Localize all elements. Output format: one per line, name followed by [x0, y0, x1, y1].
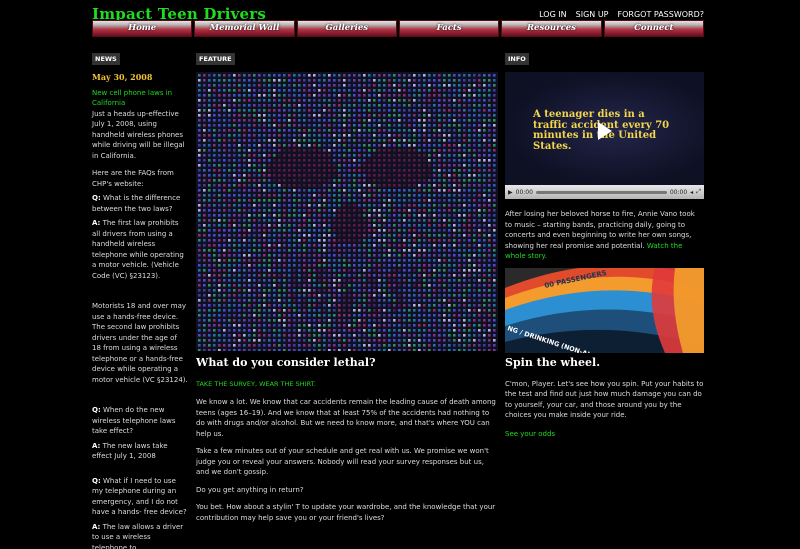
- see-odds-link[interactable]: See your odds: [505, 429, 704, 440]
- nav-home[interactable]: Home: [92, 20, 193, 37]
- news-intro: Just a heads up-effective July 1, 2008, …: [92, 109, 185, 160]
- survey-link[interactable]: TAKE THE SURVEY, WEAR THE SHIRT.: [196, 379, 498, 390]
- faq-answer: A: The law allows a driver to use a wire…: [92, 522, 184, 549]
- news-column: May 30, 2008 New cell phone laws in Cali…: [92, 72, 188, 549]
- faq-intro: Here are the FAQs from CHP's website:: [92, 169, 174, 188]
- news-paragraph: Motorists 18 and over may use a hands-fr…: [92, 302, 188, 384]
- news-date: May 30, 2008: [92, 72, 153, 82]
- faq-question: Q: When do the new wireless telephone la…: [92, 406, 176, 435]
- feature-label: FEATURE: [196, 53, 235, 65]
- nav-galleries[interactable]: Galleries: [296, 20, 397, 37]
- video-controls: ▶ 00:00 00:00 ◂ ⤢: [505, 185, 704, 199]
- spin-heading: Spin the wheel.: [505, 356, 601, 369]
- feature-skull-mosaic-image[interactable]: [196, 72, 498, 351]
- spin-text: C'mon, Player. Let's see how you spin. P…: [505, 379, 704, 420]
- feature-paragraph: Take a few minutes out of your schedule …: [196, 447, 489, 476]
- nav-memorial-wall[interactable]: Memorial Wall: [194, 20, 295, 37]
- faq-answer: A: The new laws take effect July 1, 2008: [92, 441, 168, 461]
- news-headline-link[interactable]: New cell phone laws in California: [92, 88, 188, 109]
- news-label: NEWS: [92, 53, 120, 65]
- faq-question: Q: What if I need to use my telephone du…: [92, 476, 187, 517]
- forgot-password-link[interactable]: FORGOT PASSWORD?: [618, 10, 705, 19]
- feature-article: What do you consider lethal? TAKE THE SU…: [196, 356, 498, 530]
- time-total: 00:00: [669, 188, 688, 196]
- play-icon[interactable]: [598, 122, 612, 140]
- account-links: LOG IN SIGN UP FORGOT PASSWORD?: [539, 10, 704, 19]
- login-link[interactable]: LOG IN: [539, 10, 567, 19]
- spin-wheel-image[interactable]: 00 PASSENGERS NG / DRINKING (NON-AL: [505, 268, 704, 353]
- feature-paragraph: We know a lot. We know that car accident…: [196, 398, 496, 438]
- nav-connect[interactable]: Connect: [603, 20, 704, 37]
- faq-answer: A: The first law prohibits all drivers f…: [92, 219, 184, 280]
- main-nav: Home Memorial Wall Galleries Facts Resou…: [92, 20, 704, 37]
- time-elapsed: 00:00: [515, 188, 533, 196]
- play-button-icon[interactable]: ▶: [508, 189, 513, 196]
- story-blurb: After losing her beloved horse to fire, …: [505, 210, 695, 260]
- feature-paragraph: You bet. How about a stylin' T to update…: [196, 503, 496, 522]
- seek-bar[interactable]: [535, 190, 667, 194]
- faq-question: Q: What is the difference between the tw…: [92, 194, 181, 213]
- signup-link[interactable]: SIGN UP: [576, 10, 609, 19]
- video-player[interactable]: A teenager dies in a traffic accident ev…: [505, 72, 704, 199]
- feature-heading: What do you consider lethal?: [196, 356, 376, 369]
- info-label: INFO: [505, 53, 529, 65]
- nav-facts[interactable]: Facts: [398, 20, 500, 37]
- volume-icon[interactable]: ◂: [690, 189, 693, 196]
- feature-paragraph: Do you get anything in return?: [196, 485, 304, 494]
- nav-resources[interactable]: Resources: [501, 20, 602, 37]
- spin-section: Spin the wheel. C'mon, Player. Let's see…: [505, 356, 704, 440]
- fullscreen-icon[interactable]: ⤢: [696, 188, 701, 196]
